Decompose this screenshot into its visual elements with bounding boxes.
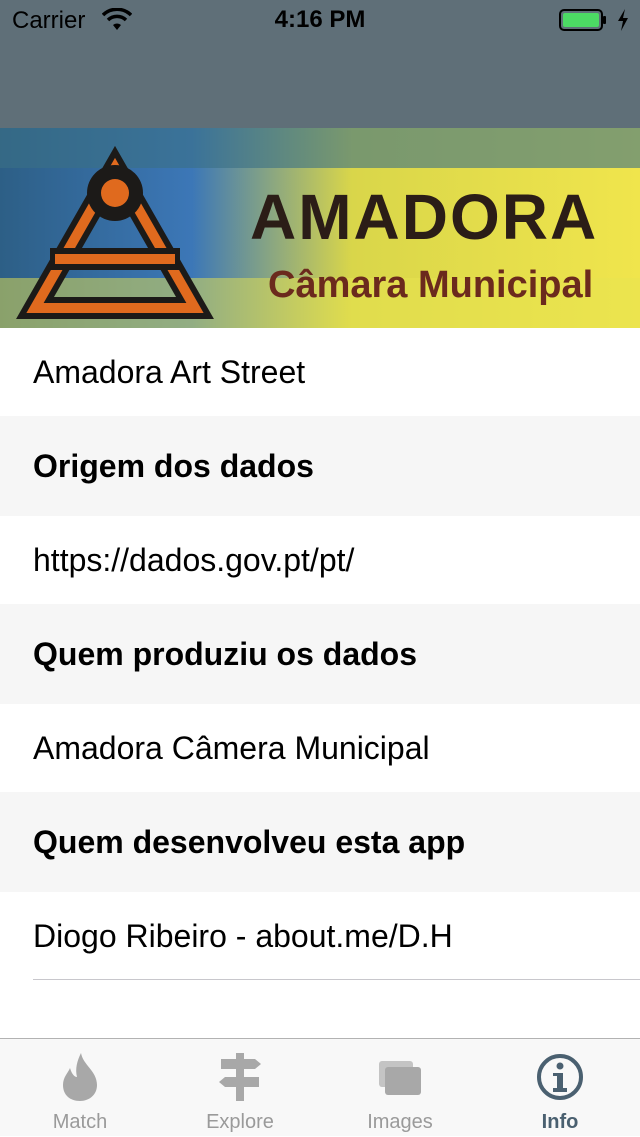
section-header-producer: Quem produziu os dados: [0, 604, 640, 704]
battery-icon: [559, 9, 606, 31]
section-header-developer: Quem desenvolveu esta app: [0, 792, 640, 892]
tab-explore-label: Explore: [206, 1111, 274, 1133]
developer-header: Quem desenvolveu esta app: [33, 823, 466, 860]
header-banner: AMADORA Câmara Municipal: [0, 128, 640, 328]
navigation-bar: [0, 40, 640, 128]
status-bar: Carrier 4:16 PM: [0, 0, 640, 40]
section-header-data-origin: Origem dos dados: [0, 416, 640, 516]
tab-info-label: Info: [541, 1111, 579, 1133]
tab-match-label: Match: [52, 1111, 108, 1133]
developer-text[interactable]: Diogo Ribeiro - about.me/D.H: [33, 918, 453, 955]
producer-row: Amadora Câmera Municipal: [0, 704, 640, 792]
data-origin-link[interactable]: https://dados.gov.pt/pt/: [33, 542, 354, 579]
tab-images-label: Images: [367, 1111, 433, 1133]
data-origin-row[interactable]: https://dados.gov.pt/pt/: [0, 516, 640, 604]
flame-icon: [63, 1053, 97, 1101]
banner-title: AMADORA: [250, 181, 599, 253]
tab-explore[interactable]: Explore: [160, 1039, 320, 1137]
producer-text: Amadora Câmera Municipal: [33, 729, 430, 766]
charging-icon: [618, 9, 628, 31]
row-separator: [33, 979, 640, 980]
tab-bar: Match Explore Images Info: [0, 1038, 640, 1136]
tab-info[interactable]: Info: [480, 1039, 640, 1137]
signpost-icon: [219, 1053, 261, 1101]
info-icon: [537, 1054, 583, 1100]
producer-header: Quem produziu os dados: [33, 635, 418, 672]
app-name-row: Amadora Art Street: [0, 328, 640, 416]
app-name-text: Amadora Art Street: [33, 353, 306, 390]
banner-subtitle: Câmara Municipal: [268, 264, 594, 306]
status-time: 4:16 PM: [274, 6, 366, 33]
data-origin-header: Origem dos dados: [33, 447, 314, 484]
tab-images[interactable]: Images: [320, 1039, 480, 1137]
tab-match[interactable]: Match: [0, 1039, 160, 1137]
images-icon: [379, 1061, 421, 1095]
developer-row[interactable]: Diogo Ribeiro - about.me/D.H: [0, 892, 640, 980]
